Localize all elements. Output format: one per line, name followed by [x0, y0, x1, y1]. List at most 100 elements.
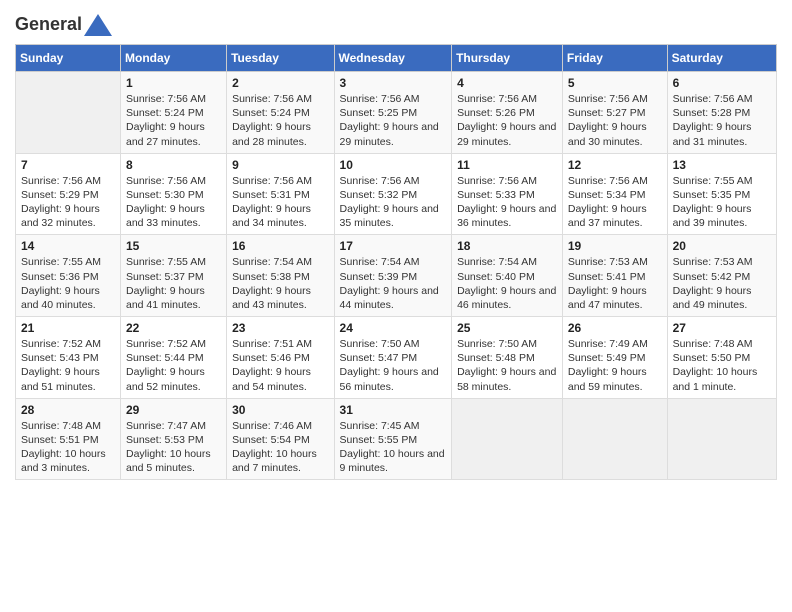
day-number: 6: [673, 76, 771, 90]
day-info: Sunrise: 7:46 AMSunset: 5:54 PMDaylight:…: [232, 419, 328, 476]
day-cell: 17 Sunrise: 7:54 AMSunset: 5:39 PMDayligh…: [334, 235, 452, 317]
day-info: Sunrise: 7:51 AMSunset: 5:46 PMDaylight:…: [232, 337, 328, 394]
day-cell: 5Sunrise: 7:56 AMSunset: 5:27 PMDaylight…: [562, 72, 667, 154]
day-number: 26: [568, 321, 662, 335]
day-info: Sunrise: 7:56 AMSunset: 5:27 PMDaylight:…: [568, 92, 662, 149]
header-cell-saturday: Saturday: [667, 45, 776, 72]
day-cell: 23 Sunrise: 7:51 AMSunset: 5:46 PMDayligh…: [227, 317, 334, 399]
day-info: Sunrise: 7:53 AMSunset: 5:42 PMDaylight:…: [673, 255, 771, 312]
day-number: 7: [21, 158, 115, 172]
day-info: Sunrise: 7:54 AMSunset: 5:39 PMDaylight:…: [340, 255, 447, 312]
header-cell-tuesday: Tuesday: [227, 45, 334, 72]
day-info: Sunrise: 7:54 AMSunset: 5:38 PMDaylight:…: [232, 255, 328, 312]
header-cell-friday: Friday: [562, 45, 667, 72]
day-number: 21: [21, 321, 115, 335]
day-number: 3: [340, 76, 447, 90]
day-cell: 16 Sunrise: 7:54 AMSunset: 5:38 PMDayligh…: [227, 235, 334, 317]
logo-icon: [84, 14, 112, 36]
day-cell: 6 Sunrise: 7:56 AMSunset: 5:28 PMDaylight…: [667, 72, 776, 154]
day-info: Sunrise: 7:48 AMSunset: 5:51 PMDaylight:…: [21, 419, 115, 476]
day-number: 18: [457, 239, 557, 253]
day-number: 4: [457, 76, 557, 90]
day-cell: 28 Sunrise: 7:48 AMSunset: 5:51 PMDayligh…: [16, 398, 121, 480]
day-cell: 31 Sunrise: 7:45 AMSunset: 5:55 PMDayligh…: [334, 398, 452, 480]
day-number: 28: [21, 403, 115, 417]
day-cell: 29Sunrise: 7:47 AMSunset: 5:53 PMDayligh…: [121, 398, 227, 480]
day-info: Sunrise: 7:56 AMSunset: 5:24 PMDaylight:…: [232, 92, 328, 149]
day-info: Sunrise: 7:56 AMSunset: 5:26 PMDaylight:…: [457, 92, 557, 149]
day-number: 16: [232, 239, 328, 253]
calendar-table: SundayMondayTuesdayWednesdayThursdayFrid…: [15, 44, 777, 480]
day-number: 8: [126, 158, 221, 172]
header-cell-monday: Monday: [121, 45, 227, 72]
week-row-5: 28 Sunrise: 7:48 AMSunset: 5:51 PMDayligh…: [16, 398, 777, 480]
day-number: 11: [457, 158, 557, 172]
day-info: Sunrise: 7:56 AMSunset: 5:30 PMDaylight:…: [126, 174, 221, 231]
day-info: Sunrise: 7:45 AMSunset: 5:55 PMDaylight:…: [340, 419, 447, 476]
day-info: Sunrise: 7:49 AMSunset: 5:49 PMDaylight:…: [568, 337, 662, 394]
header-cell-sunday: Sunday: [16, 45, 121, 72]
day-number: 9: [232, 158, 328, 172]
day-number: 23: [232, 321, 328, 335]
day-cell: 1 Sunrise: 7:56 AMSunset: 5:24 PMDaylight…: [121, 72, 227, 154]
day-cell: [452, 398, 563, 480]
day-info: Sunrise: 7:56 AMSunset: 5:28 PMDaylight:…: [673, 92, 771, 149]
day-cell: [562, 398, 667, 480]
day-info: Sunrise: 7:50 AMSunset: 5:48 PMDaylight:…: [457, 337, 557, 394]
day-cell: 13 Sunrise: 7:55 AMSunset: 5:35 PMDayligh…: [667, 153, 776, 235]
day-info: Sunrise: 7:54 AMSunset: 5:40 PMDaylight:…: [457, 255, 557, 312]
header-cell-wednesday: Wednesday: [334, 45, 452, 72]
day-cell: 12 Sunrise: 7:56 AMSunset: 5:34 PMDayligh…: [562, 153, 667, 235]
day-info: Sunrise: 7:53 AMSunset: 5:41 PMDaylight:…: [568, 255, 662, 312]
day-cell: 9 Sunrise: 7:56 AMSunset: 5:31 PMDaylight…: [227, 153, 334, 235]
day-cell: 10Sunrise: 7:56 AMSunset: 5:32 PMDayligh…: [334, 153, 452, 235]
day-number: 20: [673, 239, 771, 253]
day-cell: 25 Sunrise: 7:50 AMSunset: 5:48 PMDayligh…: [452, 317, 563, 399]
logo: General: [15, 14, 112, 36]
day-info: Sunrise: 7:56 AMSunset: 5:32 PMDaylight:…: [340, 174, 447, 231]
day-number: 27: [673, 321, 771, 335]
day-cell: 8 Sunrise: 7:56 AMSunset: 5:30 PMDaylight…: [121, 153, 227, 235]
day-cell: [16, 72, 121, 154]
day-info: Sunrise: 7:56 AMSunset: 5:29 PMDaylight:…: [21, 174, 115, 231]
day-cell: [667, 398, 776, 480]
day-info: Sunrise: 7:55 AMSunset: 5:37 PMDaylight:…: [126, 255, 221, 312]
day-info: Sunrise: 7:55 AMSunset: 5:35 PMDaylight:…: [673, 174, 771, 231]
day-number: 15: [126, 239, 221, 253]
logo-text: General: [15, 15, 82, 35]
day-info: Sunrise: 7:48 AMSunset: 5:50 PMDaylight:…: [673, 337, 771, 394]
day-number: 31: [340, 403, 447, 417]
day-number: 25: [457, 321, 557, 335]
day-cell: 20 Sunrise: 7:53 AMSunset: 5:42 PMDayligh…: [667, 235, 776, 317]
day-number: 24: [340, 321, 447, 335]
week-row-3: 14 Sunrise: 7:55 AMSunset: 5:36 PMDayligh…: [16, 235, 777, 317]
day-cell: 18 Sunrise: 7:54 AMSunset: 5:40 PMDayligh…: [452, 235, 563, 317]
day-number: 22: [126, 321, 221, 335]
page-header: General: [15, 10, 777, 36]
day-cell: 4 Sunrise: 7:56 AMSunset: 5:26 PMDaylight…: [452, 72, 563, 154]
day-info: Sunrise: 7:56 AMSunset: 5:31 PMDaylight:…: [232, 174, 328, 231]
day-cell: 30Sunrise: 7:46 AMSunset: 5:54 PMDayligh…: [227, 398, 334, 480]
day-cell: 27 Sunrise: 7:48 AMSunset: 5:50 PMDayligh…: [667, 317, 776, 399]
week-row-2: 7 Sunrise: 7:56 AMSunset: 5:29 PMDaylight…: [16, 153, 777, 235]
day-number: 17: [340, 239, 447, 253]
day-info: Sunrise: 7:52 AMSunset: 5:43 PMDaylight:…: [21, 337, 115, 394]
day-info: Sunrise: 7:56 AMSunset: 5:34 PMDaylight:…: [568, 174, 662, 231]
day-info: Sunrise: 7:56 AMSunset: 5:24 PMDaylight:…: [126, 92, 221, 149]
day-cell: 7 Sunrise: 7:56 AMSunset: 5:29 PMDaylight…: [16, 153, 121, 235]
day-info: Sunrise: 7:56 AMSunset: 5:25 PMDaylight:…: [340, 92, 447, 149]
day-info: Sunrise: 7:52 AMSunset: 5:44 PMDaylight:…: [126, 337, 221, 394]
day-number: 12: [568, 158, 662, 172]
header-row: SundayMondayTuesdayWednesdayThursdayFrid…: [16, 45, 777, 72]
day-info: Sunrise: 7:50 AMSunset: 5:47 PMDaylight:…: [340, 337, 447, 394]
day-cell: 14 Sunrise: 7:55 AMSunset: 5:36 PMDayligh…: [16, 235, 121, 317]
day-number: 13: [673, 158, 771, 172]
day-number: 14: [21, 239, 115, 253]
day-number: 1: [126, 76, 221, 90]
day-number: 19: [568, 239, 662, 253]
header-cell-thursday: Thursday: [452, 45, 563, 72]
week-row-4: 21 Sunrise: 7:52 AMSunset: 5:43 PMDayligh…: [16, 317, 777, 399]
day-cell: 22 Sunrise: 7:52 AMSunset: 5:44 PMDayligh…: [121, 317, 227, 399]
day-info: Sunrise: 7:55 AMSunset: 5:36 PMDaylight:…: [21, 255, 115, 312]
day-cell: 2Sunrise: 7:56 AMSunset: 5:24 PMDaylight…: [227, 72, 334, 154]
